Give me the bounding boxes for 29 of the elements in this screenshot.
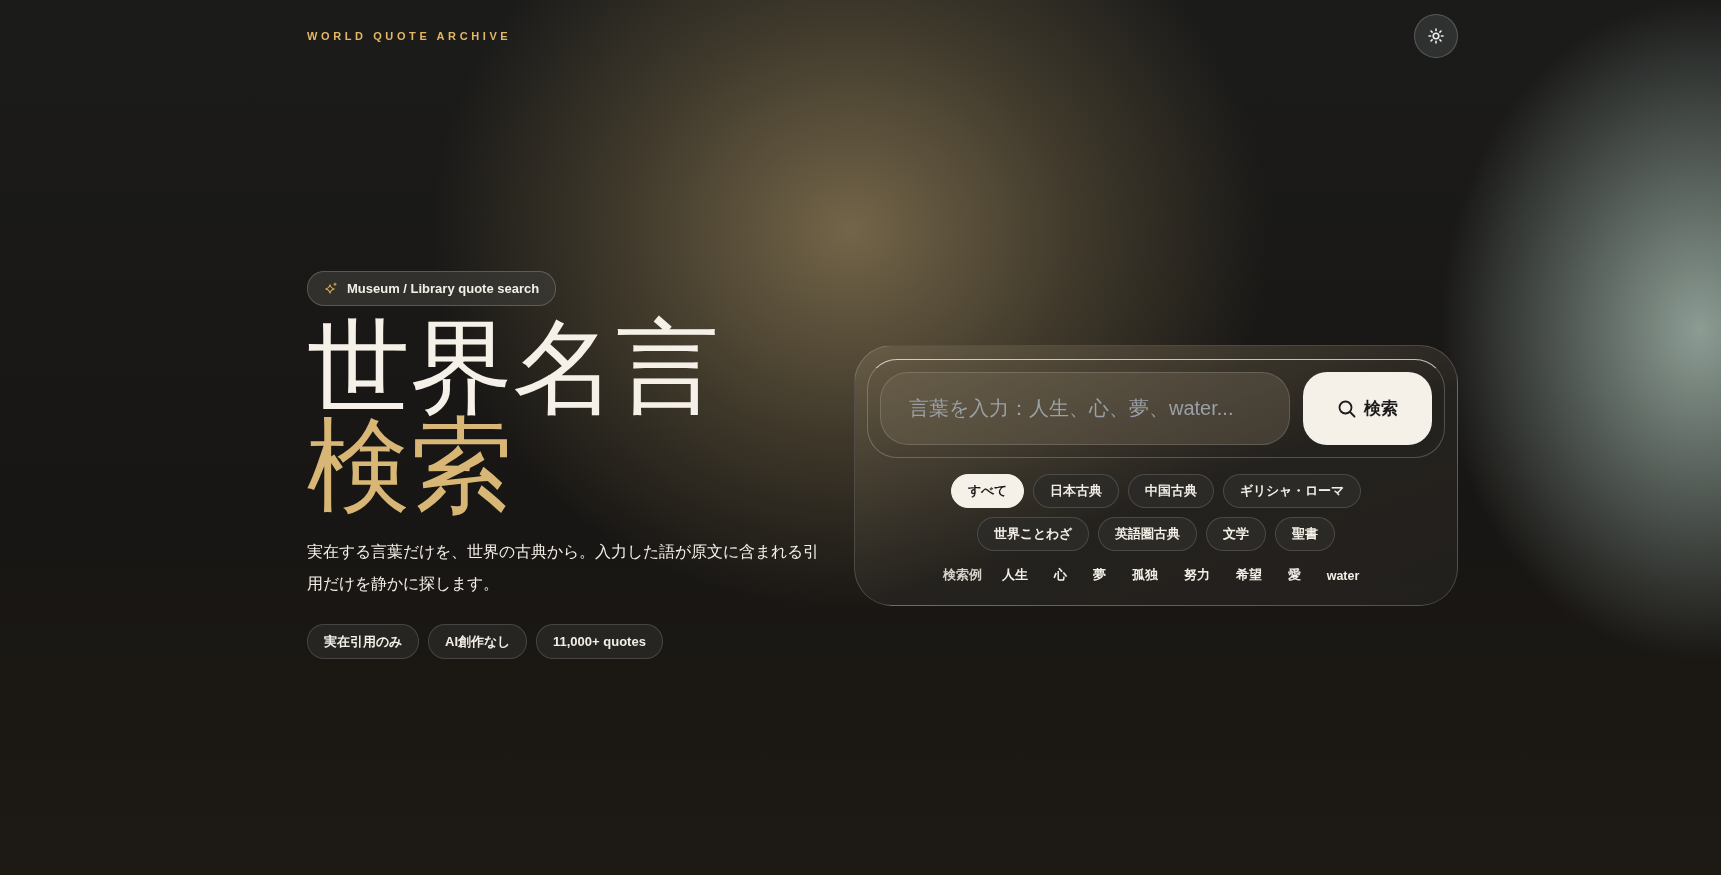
category-chip[interactable]: すべて	[951, 474, 1024, 508]
example-term-link[interactable]: 愛	[1277, 565, 1311, 586]
category-chip[interactable]: 聖書	[1275, 517, 1335, 551]
example-term-link[interactable]: 人生	[991, 565, 1038, 586]
category-chip[interactable]: 世界ことわざ	[977, 517, 1089, 551]
example-term-link[interactable]: 孤独	[1121, 565, 1168, 586]
example-term-link[interactable]: 心	[1043, 565, 1077, 586]
category-chip[interactable]: 日本古典	[1033, 474, 1119, 508]
hero-description: 実在する言葉だけを、世界の古典から。入力した語が原文に含まれる引用だけを静かに探します。	[307, 542, 820, 594]
search-icon	[1337, 399, 1356, 418]
search-button[interactable]: 検索	[1303, 372, 1432, 445]
example-term-link[interactable]: 夢	[1082, 565, 1116, 586]
example-term-link[interactable]: water	[1316, 566, 1370, 585]
example-term-link[interactable]: 希望	[1225, 565, 1272, 586]
brand-title: WORLD QUOTE ARCHIVE	[307, 30, 512, 42]
feature-tag: 実在引用のみ	[307, 624, 419, 659]
hero-title-accent: 検索	[307, 416, 514, 514]
category-chip[interactable]: 文学	[1206, 517, 1266, 551]
category-chip[interactable]: ギリシャ・ローマ	[1223, 474, 1361, 508]
feature-tag: AI創作なし	[428, 624, 527, 659]
example-term-link[interactable]: 努力	[1173, 565, 1220, 586]
sparkle-icon	[324, 281, 338, 296]
theme-toggle-button[interactable]	[1414, 14, 1458, 58]
examples-label: 検索例	[942, 567, 982, 584]
sun-icon	[1428, 28, 1444, 44]
category-chip[interactable]: 英語圏古典	[1098, 517, 1197, 551]
feature-badge: Museum / Library quote search	[307, 271, 557, 306]
feature-tag: 11,000+ quotes	[536, 624, 663, 659]
category-chip[interactable]: 中国古典	[1128, 474, 1214, 508]
